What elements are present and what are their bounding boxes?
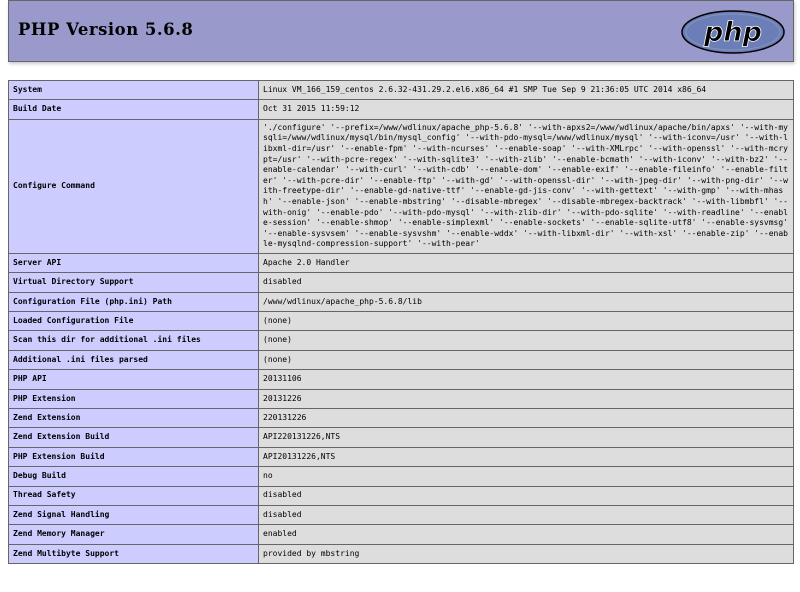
row-value: API20131226,NTS xyxy=(258,446,794,468)
row-value: Oct 31 2015 11:59:12 xyxy=(258,99,794,120)
row-value: (none) xyxy=(258,330,794,351)
row-value: (none) xyxy=(258,311,794,332)
row-label: Configure Command xyxy=(8,118,259,254)
table-row: Server API Apache 2.0 Handler xyxy=(8,252,794,274)
row-value: (none) xyxy=(258,349,794,371)
table-row: PHP Extension Build API20131226,NTS xyxy=(8,446,794,468)
row-label: Configuration File (php.ini) Path xyxy=(8,291,259,313)
row-value: disabled xyxy=(258,504,794,526)
row-label: PHP Extension xyxy=(8,388,259,410)
row-label: Server API xyxy=(8,252,259,274)
table-row: Scan this dir for additional .ini files(… xyxy=(8,330,794,351)
php-logo-text: php xyxy=(703,17,762,48)
row-value: provided by mbstring xyxy=(258,543,794,565)
table-row: Zend Extension Build API220131226,NTS xyxy=(8,427,794,448)
row-label: Zend Memory Manager xyxy=(8,524,259,545)
row-label: PHP Extension Build xyxy=(8,446,259,468)
table-row: Thread Safety disabled xyxy=(8,485,794,506)
row-value: 220131226 xyxy=(258,408,794,429)
row-label: Virtual Directory Support xyxy=(8,272,259,293)
row-value: API220131226,NTS xyxy=(258,427,794,448)
row-label: Zend Extension Build xyxy=(8,427,259,448)
row-value: no xyxy=(258,466,794,487)
row-label: Scan this dir for additional .ini files xyxy=(8,330,259,351)
table-row: Virtual Directory Support disabled xyxy=(8,272,794,293)
table-row: Zend Extension 220131226 xyxy=(8,408,794,429)
row-value: './configure' '--prefix=/www/wdlinux/apa… xyxy=(258,118,794,254)
row-label: Zend Multibyte Support xyxy=(8,543,259,565)
table-row: PHP Extension 20131226 xyxy=(8,388,794,410)
table-row: Build Date Oct 31 2015 11:59:12 xyxy=(8,99,794,120)
row-label: Zend Signal Handling xyxy=(8,504,259,526)
row-value: enabled xyxy=(258,524,794,545)
php-version-header: PHP Version 5.6.8 php xyxy=(8,0,794,62)
table-row: System Linux VM_166_159_centos 2.6.32-431… xyxy=(8,79,794,101)
table-row: Zend Memory Manager enabled xyxy=(8,524,794,545)
row-value: 20131226 xyxy=(258,388,794,410)
row-value: 20131106 xyxy=(258,369,794,390)
table-row: Debug Build no xyxy=(8,466,794,487)
row-label: Build Date xyxy=(8,99,259,120)
table-row: Configuration File (php.ini) Path/www/wd… xyxy=(8,291,794,313)
row-label: Thread Safety xyxy=(8,485,259,506)
row-label: System xyxy=(8,79,259,101)
table-row: Zend Signal Handling disabled xyxy=(8,504,794,526)
php-info-table: System Linux VM_166_159_centos 2.6.32-431… xyxy=(8,79,794,565)
row-value: Linux VM_166_159_centos 2.6.32-431.29.2.… xyxy=(258,79,794,101)
row-label: Debug Build xyxy=(8,466,259,487)
row-value: Apache 2.0 Handler xyxy=(258,252,794,274)
table-row: Configure Command './configure' '--prefix… xyxy=(8,118,794,254)
page-title: PHP Version 5.6.8 xyxy=(18,20,194,39)
row-label: Zend Extension xyxy=(8,408,259,429)
row-value: disabled xyxy=(258,272,794,293)
row-value: /www/wdlinux/apache_php-5.6.8/lib xyxy=(258,291,794,313)
row-value: disabled xyxy=(258,485,794,506)
row-label: PHP API xyxy=(8,369,259,390)
table-row: Loaded Configuration File (none) xyxy=(8,311,794,332)
row-label: Loaded Configuration File xyxy=(8,311,259,332)
php-logo: php xyxy=(681,10,785,54)
row-label: Additional .ini files parsed xyxy=(8,349,259,371)
table-row: Additional .ini files parsed (none) xyxy=(8,349,794,371)
table-row: PHP API 20131106 xyxy=(8,369,794,390)
table-row: Zend Multibyte Support provided by mbstri… xyxy=(8,543,794,565)
